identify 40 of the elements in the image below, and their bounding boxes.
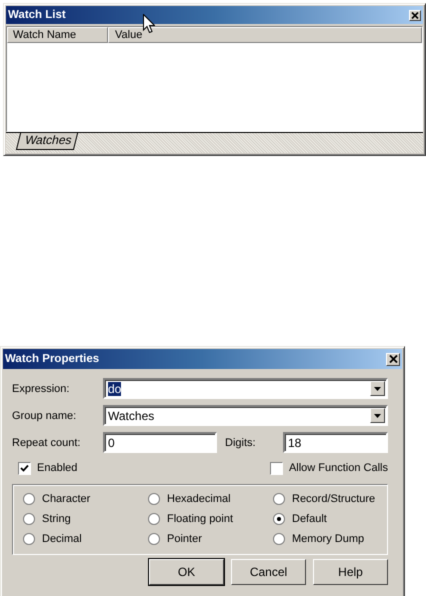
- close-button[interactable]: [409, 10, 421, 20]
- radio-label: Memory Dump: [292, 533, 364, 545]
- checkbox-label: Allow Function Calls: [288, 462, 388, 474]
- radio-label: Pointer: [167, 533, 202, 545]
- radio-button[interactable]: [23, 493, 35, 505]
- radio-label: Record/Structure: [292, 493, 376, 505]
- field-label: Group name:: [12, 410, 78, 422]
- repeat-count-field[interactable]: 0: [103, 432, 217, 453]
- dialog-title: Watch Properties: [5, 353, 100, 365]
- column-header[interactable]: Watch Name: [7, 27, 108, 43]
- expression-field[interactable]: do: [103, 378, 388, 399]
- radio-label: String: [42, 513, 71, 525]
- radio-label: Hexadecimal: [167, 493, 231, 505]
- window-title: Watch List: [8, 9, 66, 21]
- field-label: Digits:: [225, 436, 257, 448]
- radio-label: Decimal: [42, 533, 82, 545]
- radio-button[interactable]: [273, 493, 285, 505]
- radio-button[interactable]: [148, 493, 160, 505]
- column-header[interactable]: Value: [108, 27, 422, 43]
- radio-button[interactable]: [273, 533, 285, 545]
- radio-button[interactable]: [273, 513, 285, 525]
- radio-button[interactable]: [23, 533, 35, 545]
- radio-button[interactable]: [23, 513, 35, 525]
- radio-button[interactable]: [148, 533, 160, 545]
- checkbox-label: Enabled: [37, 462, 78, 474]
- checkbox[interactable]: [18, 462, 31, 474]
- tab[interactable]: Watches: [16, 133, 78, 150]
- dialog-button[interactable]: OK: [149, 559, 224, 585]
- radio-button[interactable]: [148, 513, 160, 525]
- group-name-field[interactable]: Watches: [103, 405, 388, 426]
- checkbox[interactable]: [270, 462, 283, 474]
- radio-label: Default: [292, 513, 327, 525]
- field-label: Expression:: [12, 382, 70, 394]
- field-label: Repeat count:: [12, 436, 82, 448]
- close-button[interactable]: [386, 352, 400, 366]
- radio-label: Character: [42, 493, 90, 505]
- dialog-button[interactable]: Cancel: [231, 559, 306, 585]
- digits-field[interactable]: 18: [283, 432, 388, 453]
- radio-label: Floating point: [167, 513, 234, 525]
- dialog-button[interactable]: Help: [313, 559, 388, 585]
